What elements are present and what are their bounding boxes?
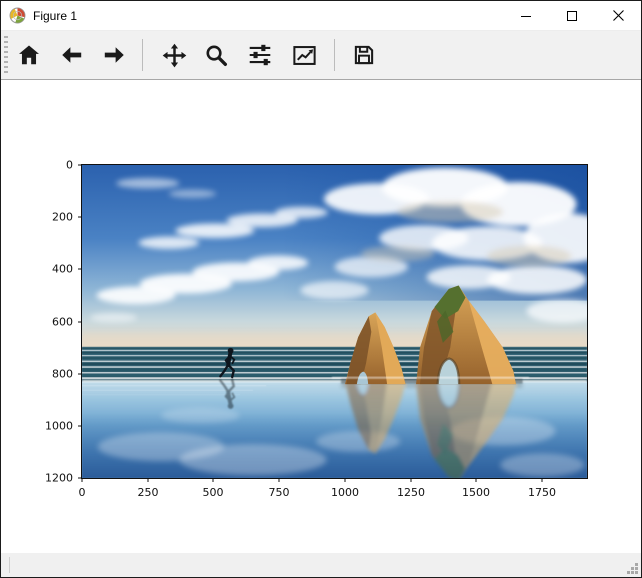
close-icon: [612, 9, 625, 22]
minimize-icon: [520, 10, 532, 22]
pan-button[interactable]: [156, 37, 192, 73]
x-tick: [411, 478, 412, 482]
forward-arrow-icon: [101, 42, 127, 68]
image-axes[interactable]: 0 200 400 600 800 1000 1200 0 250 500 75…: [81, 164, 588, 479]
edit-axis-button[interactable]: [286, 37, 322, 73]
resize-grip-icon[interactable]: [625, 561, 639, 575]
home-button[interactable]: [11, 37, 47, 73]
navigation-toolbar: [1, 31, 641, 80]
beach-photo: [82, 165, 587, 478]
figure-canvas: 0 200 400 600 800 1000 1200 0 250 500 75…: [1, 81, 641, 554]
y-tick-label: 0: [66, 159, 73, 172]
save-button[interactable]: [346, 37, 382, 73]
line-chart-icon: [291, 42, 318, 69]
minimize-button[interactable]: [503, 1, 549, 31]
sliders-icon: [247, 42, 273, 68]
x-tick-label: 250: [138, 486, 159, 499]
x-tick: [148, 478, 149, 482]
y-tick-label: 200: [52, 211, 73, 224]
toolbar-separator: [142, 39, 143, 71]
forward-button[interactable]: [96, 37, 132, 73]
x-tick: [213, 478, 214, 482]
window-title: Figure 1: [33, 9, 77, 23]
matplotlib-logo-icon: [9, 7, 26, 24]
y-tick: [78, 165, 82, 166]
y-tick-label: 1200: [45, 472, 73, 485]
figure-window: Figure 1: [0, 0, 642, 578]
back-button[interactable]: [54, 37, 90, 73]
configure-subplots-button[interactable]: [242, 37, 278, 73]
statusbar-divider: [9, 557, 10, 573]
zoom-button[interactable]: [198, 37, 234, 73]
toolbar-drag-handle[interactable]: [4, 36, 8, 74]
x-tick: [82, 478, 83, 482]
back-arrow-icon: [59, 42, 85, 68]
pan-icon: [161, 42, 188, 69]
titlebar[interactable]: Figure 1: [1, 1, 641, 31]
y-tick-label: 800: [52, 368, 73, 381]
y-tick-label: 1000: [45, 420, 73, 433]
y-tick: [78, 426, 82, 427]
y-tick: [78, 217, 82, 218]
y-tick-label: 400: [52, 263, 73, 276]
close-button[interactable]: [595, 1, 641, 31]
x-tick-label: 1750: [528, 486, 556, 499]
x-tick: [345, 478, 346, 482]
x-tick: [542, 478, 543, 482]
home-icon: [16, 42, 42, 68]
y-tick-label: 600: [52, 316, 73, 329]
magnifier-icon: [203, 42, 229, 68]
x-tick: [279, 478, 280, 482]
x-tick: [476, 478, 477, 482]
y-tick: [78, 322, 82, 323]
x-tick-label: 1250: [397, 486, 425, 499]
toolbar-separator: [334, 39, 335, 71]
x-tick-label: 1500: [462, 486, 490, 499]
statusbar: [1, 553, 641, 577]
x-tick-label: 500: [203, 486, 224, 499]
maximize-icon: [566, 10, 578, 22]
y-tick: [78, 269, 82, 270]
x-tick-label: 750: [269, 486, 290, 499]
maximize-button[interactable]: [549, 1, 595, 31]
x-tick-label: 1000: [331, 486, 359, 499]
x-tick-label: 0: [79, 486, 86, 499]
floppy-disk-icon: [351, 42, 377, 68]
y-tick: [78, 374, 82, 375]
